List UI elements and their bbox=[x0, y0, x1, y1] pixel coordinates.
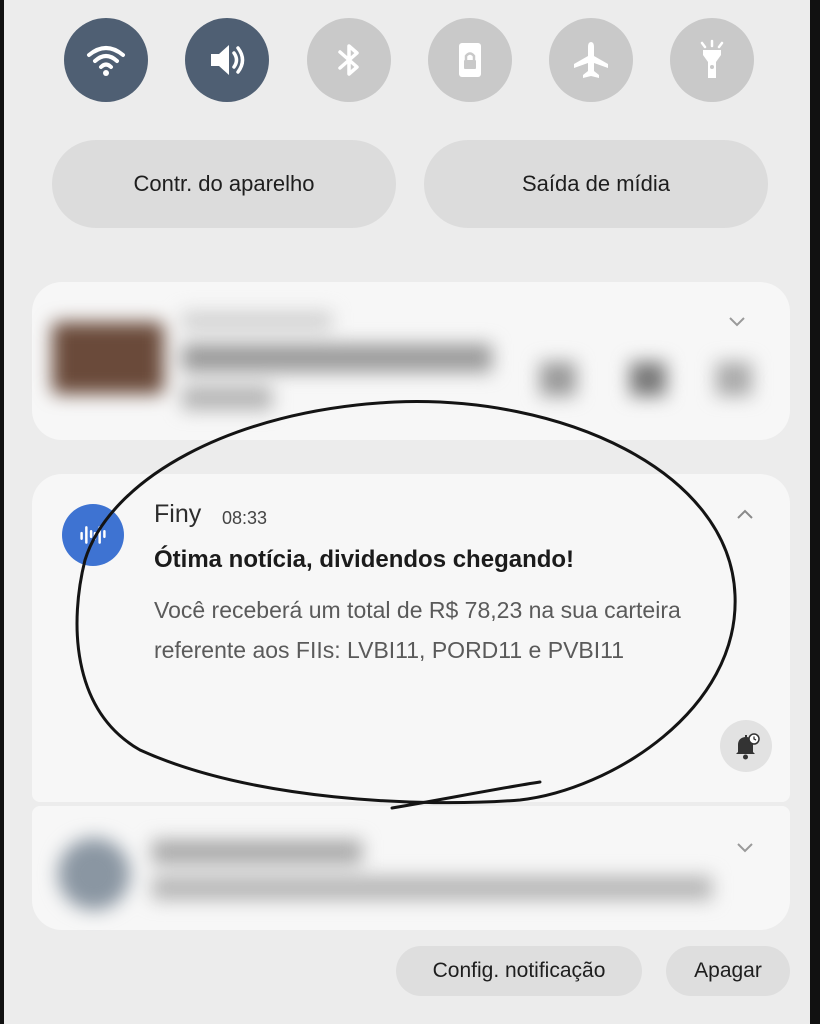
notification-app-name: Finy bbox=[154, 500, 202, 528]
quick-settings-toggles bbox=[64, 18, 764, 102]
finy-notification-card[interactable]: Finy 08:33 Ótima notícia, dividendos che… bbox=[32, 474, 790, 802]
chevron-up-icon[interactable] bbox=[736, 506, 754, 524]
airplane-icon bbox=[574, 42, 608, 78]
notification-settings-button[interactable]: Config. notificação bbox=[396, 946, 642, 996]
clear-button[interactable]: Apagar bbox=[666, 946, 790, 996]
snooze-bell-icon bbox=[736, 733, 760, 760]
notification-card-blurred[interactable] bbox=[32, 282, 790, 440]
chevron-down-icon[interactable] bbox=[736, 838, 754, 856]
screen-frame-right bbox=[810, 0, 820, 1024]
wifi-icon bbox=[87, 46, 125, 76]
sound-toggle[interactable] bbox=[185, 18, 269, 102]
bluetooth-icon bbox=[338, 44, 359, 76]
finy-app-icon bbox=[62, 504, 124, 566]
device-control-button[interactable]: Contr. do aparelho bbox=[52, 140, 396, 228]
finy-logo-icon bbox=[80, 526, 106, 544]
notification-body: Você receberá um total de R$ 78,23 na su… bbox=[154, 597, 681, 663]
chevron-down-icon[interactable] bbox=[728, 312, 746, 330]
screen-lock-toggle[interactable] bbox=[428, 18, 512, 102]
screen-lock-icon bbox=[459, 43, 481, 77]
media-output-button[interactable]: Saída de mídia bbox=[424, 140, 768, 228]
sound-icon bbox=[211, 45, 245, 75]
notification-title: Ótima notícia, dividendos chegando! bbox=[154, 546, 575, 573]
snooze-button[interactable] bbox=[720, 720, 772, 772]
notification-card-blurred-bottom[interactable] bbox=[32, 806, 790, 930]
screen-frame-left bbox=[0, 0, 4, 1024]
wifi-toggle[interactable] bbox=[64, 18, 148, 102]
bluetooth-toggle[interactable] bbox=[307, 18, 391, 102]
notification-time: 08:33 bbox=[222, 508, 268, 528]
device-control-label: Contr. do aparelho bbox=[133, 171, 315, 196]
airplane-toggle[interactable] bbox=[549, 18, 633, 102]
flashlight-toggle[interactable] bbox=[670, 18, 754, 102]
clear-label: Apagar bbox=[694, 959, 762, 982]
notification-settings-label: Config. notificação bbox=[432, 959, 606, 982]
media-output-label: Saída de mídia bbox=[522, 171, 670, 196]
flashlight-icon bbox=[700, 39, 724, 78]
